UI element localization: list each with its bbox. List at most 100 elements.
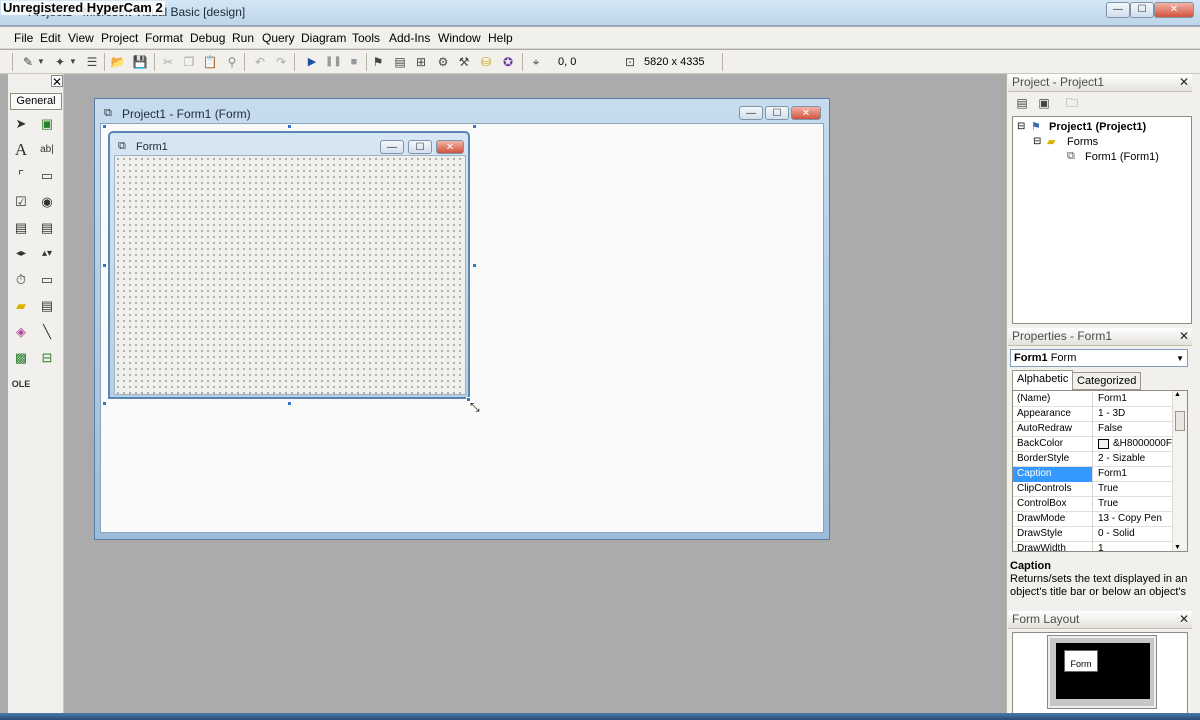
properties-window-icon[interactable]: ▤ <box>392 54 408 70</box>
form-layout-form-preview[interactable]: Form <box>1064 650 1098 672</box>
form1-close-button[interactable]: ✕ <box>436 140 464 154</box>
add-project-icon[interactable]: ✎ <box>20 54 36 70</box>
line-tool-icon[interactable]: ╲ <box>37 322 57 342</box>
menu-debug[interactable]: Debug <box>190 31 225 45</box>
property-row[interactable]: BackColor &H8000000F <box>1013 437 1173 452</box>
property-row[interactable]: (Name) Form1 <box>1013 392 1173 407</box>
view-code-icon[interactable]: ▤ <box>1014 95 1030 111</box>
add-form-icon[interactable]: ✦ <box>52 54 68 70</box>
property-row[interactable]: Appearance 1 - 3D <box>1013 407 1173 422</box>
component-manager-icon[interactable]: ✪ <box>500 54 516 70</box>
maximize-button[interactable]: ☐ <box>1130 2 1154 18</box>
resize-handle[interactable] <box>102 124 107 129</box>
pointer-tool-icon[interactable]: ➤ <box>11 114 31 134</box>
property-row[interactable]: DrawWidth 1 <box>1013 542 1173 551</box>
resize-handle[interactable] <box>102 401 107 406</box>
designer-close-button[interactable]: ✕ <box>791 106 821 120</box>
hscrollbar-tool-icon[interactable]: ◂▸ <box>11 244 31 264</box>
combobox-tool-icon[interactable]: ▤ <box>11 218 31 238</box>
form1-minimize-button[interactable]: — <box>380 140 404 154</box>
redo-icon[interactable]: ↷ <box>273 54 289 70</box>
resize-handle[interactable] <box>472 263 477 268</box>
find-icon[interactable]: ⚲ <box>224 54 240 70</box>
form-layout-close-button[interactable]: ✕ <box>1178 613 1190 626</box>
start-icon[interactable]: ▶ <box>304 54 320 70</box>
toggle-folders-icon[interactable]: 🗀 <box>1064 95 1080 111</box>
data-tool-icon[interactable]: ⊟ <box>37 348 57 368</box>
property-row-selected[interactable]: Caption Form1 <box>1013 467 1173 482</box>
property-row[interactable]: DrawMode 13 - Copy Pen <box>1013 512 1173 527</box>
menu-help[interactable]: Help <box>488 31 513 45</box>
property-row[interactable]: ControlBox True <box>1013 497 1173 512</box>
copy-icon[interactable]: ❐ <box>181 54 197 70</box>
toolbox-close-button[interactable]: ✕ <box>51 75 63 88</box>
designer-minimize-button[interactable]: — <box>739 106 763 120</box>
listbox-tool-icon[interactable]: ▤ <box>37 218 57 238</box>
menu-run[interactable]: Run <box>232 31 254 45</box>
collapse-icon[interactable]: ⊟ <box>1017 121 1025 132</box>
textbox-tool-icon[interactable]: ab| <box>37 140 57 160</box>
toolbox-icon[interactable]: ⚒ <box>456 54 472 70</box>
minimize-button[interactable]: — <box>1106 2 1130 18</box>
form1-design-grid[interactable] <box>114 155 466 395</box>
collapse-icon[interactable]: ⊟ <box>1033 136 1041 147</box>
tab-alphabetic[interactable]: Alphabetic <box>1012 370 1074 390</box>
resize-handle[interactable] <box>102 263 107 268</box>
object-selector[interactable]: Form1 Form ▼ <box>1010 349 1188 367</box>
menu-project[interactable]: Project <box>101 31 138 45</box>
menu-file[interactable]: File <box>14 31 33 45</box>
property-row[interactable]: AutoRedraw False <box>1013 422 1173 437</box>
shape-tool-icon[interactable]: ◈ <box>11 322 31 342</box>
image-tool-icon[interactable]: ▩ <box>11 348 31 368</box>
commandbutton-tool-icon[interactable]: ▭ <box>37 166 57 186</box>
menu-view[interactable]: View <box>68 31 94 45</box>
menu-editor-icon[interactable]: ☰ <box>84 54 100 70</box>
menu-add-ins[interactable]: Add-Ins <box>389 31 430 45</box>
properties-close-button[interactable]: ✕ <box>1178 330 1190 343</box>
property-row[interactable]: BorderStyle 2 - Sizable <box>1013 452 1173 467</box>
resize-handle[interactable] <box>287 124 292 129</box>
vscrollbar-tool-icon[interactable]: ▴▾ <box>37 244 57 264</box>
scroll-thumb[interactable] <box>1175 411 1185 431</box>
cut-icon[interactable]: ✂ <box>160 54 176 70</box>
timer-tool-icon[interactable]: ⏱ <box>11 270 31 290</box>
object-browser-icon[interactable]: ⚙ <box>435 54 451 70</box>
menu-format[interactable]: Format <box>145 31 183 45</box>
optionbutton-tool-icon[interactable]: ◉ <box>37 192 57 212</box>
view-object-icon[interactable]: ▣ <box>1036 95 1052 111</box>
end-icon[interactable]: ■ <box>346 54 362 70</box>
tree-form1-item[interactable]: Form1 (Form1) <box>1085 151 1159 163</box>
form1-maximize-button[interactable]: ☐ <box>408 140 432 154</box>
toolbox-general-tab[interactable]: General <box>10 93 62 110</box>
ole-tool-icon[interactable]: OLE <box>11 374 31 394</box>
scroll-down-icon[interactable]: ▼ <box>1174 544 1181 551</box>
resize-handle[interactable] <box>287 401 292 406</box>
scroll-up-icon[interactable]: ▲ <box>1174 391 1181 398</box>
property-row[interactable]: ClipControls True <box>1013 482 1173 497</box>
designer-maximize-button[interactable]: ☐ <box>765 106 789 120</box>
open-icon[interactable]: 📂 <box>110 54 126 70</box>
menu-tools[interactable]: Tools <box>352 31 380 45</box>
dirlistbox-tool-icon[interactable]: ▰ <box>11 296 31 316</box>
project-explorer-icon[interactable]: ⚑ <box>370 54 386 70</box>
menu-window[interactable]: Window <box>438 31 481 45</box>
checkbox-tool-icon[interactable]: ☑ <box>11 192 31 212</box>
frame-tool-icon[interactable]: ⌜ <box>11 166 31 186</box>
menu-query[interactable]: Query <box>262 31 295 45</box>
project-close-button[interactable]: ✕ <box>1178 76 1190 89</box>
break-icon[interactable]: ❚❚ <box>325 54 342 70</box>
save-icon[interactable]: 💾 <box>132 54 148 70</box>
property-row[interactable]: DrawStyle 0 - Solid <box>1013 527 1173 542</box>
filelistbox-tool-icon[interactable]: ▤ <box>37 296 57 316</box>
chevron-down-icon[interactable]: ▼ <box>36 54 46 70</box>
form-layout-icon[interactable]: ⊞ <box>413 54 429 70</box>
chevron-down-icon[interactable]: ▼ <box>68 54 78 70</box>
chevron-down-icon[interactable]: ▼ <box>1176 352 1184 365</box>
tree-project-root[interactable]: Project1 (Project1) <box>1049 121 1146 133</box>
drivelistbox-tool-icon[interactable]: ▭ <box>37 270 57 290</box>
close-button[interactable]: ✕ <box>1154 2 1194 18</box>
picturebox-tool-icon[interactable]: ▣ <box>37 114 57 134</box>
data-view-icon[interactable]: ⛁ <box>478 54 494 70</box>
undo-icon[interactable]: ↶ <box>252 54 268 70</box>
label-tool-icon[interactable]: A <box>11 140 31 160</box>
